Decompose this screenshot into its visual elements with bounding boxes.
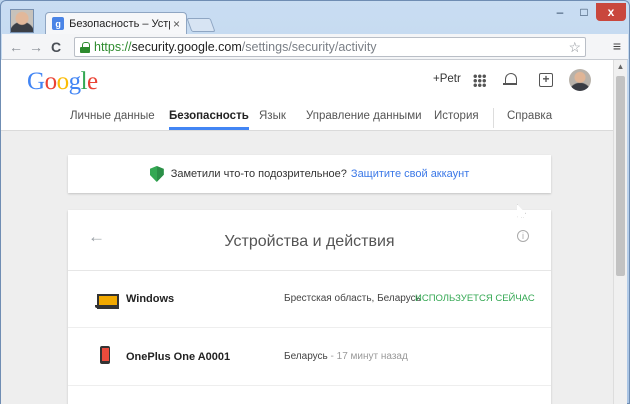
settings-nav: Личные данные Безопасность Язык Управлен… [1,106,613,130]
bookmark-star-icon[interactable]: ☆ [568,39,581,56]
scrollbar-thumb[interactable] [616,76,625,276]
address-bar[interactable]: https:// security.google.com /settings/s… [74,37,586,57]
lock-icon [80,41,90,53]
share-plus-icon[interactable]: + [539,73,553,87]
device-name: Windows [126,293,175,305]
device-status-badge: ИСПОЛЬЗУЕТСЯ СЕЙЧАС [415,293,535,304]
plus-user-link[interactable]: +Petr [433,73,461,85]
tab-title: Безопасность – Устройств [69,17,170,30]
device-location: Беларусь [284,351,328,362]
nav-help[interactable]: Справка [507,110,552,122]
scroll-up-icon[interactable]: ▲ [614,60,627,74]
apps-grid-icon[interactable] [473,74,486,87]
nav-divider [493,108,494,128]
tab-close-icon[interactable]: × [173,17,180,31]
google-header: Google +Petr + Личные данные Безопасност… [1,60,613,131]
phone-icon [100,346,110,364]
browser-menu-icon[interactable]: ≡ [610,38,624,54]
url-scheme: https:// [94,40,132,54]
notifications-bell-icon[interactable] [503,72,517,88]
url-host: security.google.com [131,40,242,54]
minimize-button[interactable]: – [548,3,572,21]
nav-security[interactable]: Безопасность [169,110,249,130]
back-arrow-icon[interactable]: ← [6,37,26,57]
banner-text: Заметили что-то подозрительное? [170,168,347,180]
device-row-windows[interactable]: Windows Брестская область, Беларусь ИСПО… [68,271,551,328]
google-favicon-icon: g [52,17,65,30]
device-location-time: Беларусь - 17 минут назад [284,351,408,362]
forward-arrow-icon[interactable]: → [26,37,46,57]
shield-icon [149,166,164,182]
nav-history[interactable]: История [434,110,479,122]
browser-profile-avatar[interactable] [10,9,34,33]
nav-language[interactable]: Язык [259,110,286,122]
nav-personal-info[interactable]: Личные данные [70,110,155,122]
close-window-button[interactable]: x [596,3,626,21]
device-name: OnePlus One A0001 [126,351,231,363]
account-avatar[interactable] [569,69,591,91]
maximize-button[interactable]: □ [572,3,596,21]
page-content: Google +Petr + Личные данные Безопасност… [1,60,613,404]
laptop-icon [95,294,119,309]
page-scrollbar[interactable]: ▲ [613,60,627,404]
nav-data-management[interactable]: Управление данными [306,110,422,122]
url-path: /settings/security/activity [241,40,377,54]
info-icon[interactable]: i [517,230,529,242]
device-location: Брестская область, Беларусь [284,293,421,304]
card-title: Устройства и действия [224,233,395,250]
device-row-oneplus[interactable]: OnePlus One A0001 Беларусь - 17 минут на… [68,329,551,386]
device-last-active: - 17 минут назад [327,351,408,362]
reload-icon[interactable]: C [46,37,66,57]
suspicious-activity-banner: Заметили что-то подозрительное? Защитите… [68,155,551,193]
new-tab-button[interactable] [186,18,216,32]
browser-toolbar: ← → C https:// security.google.com /sett… [2,34,628,60]
devices-card: ← Устройства и действия i Windows Брестс… [68,210,551,404]
browser-tab[interactable]: g Безопасность – Устройств × [45,12,187,34]
google-logo[interactable]: Google [27,68,98,96]
secure-account-link[interactable]: Защитите свой аккаунт [351,168,469,180]
